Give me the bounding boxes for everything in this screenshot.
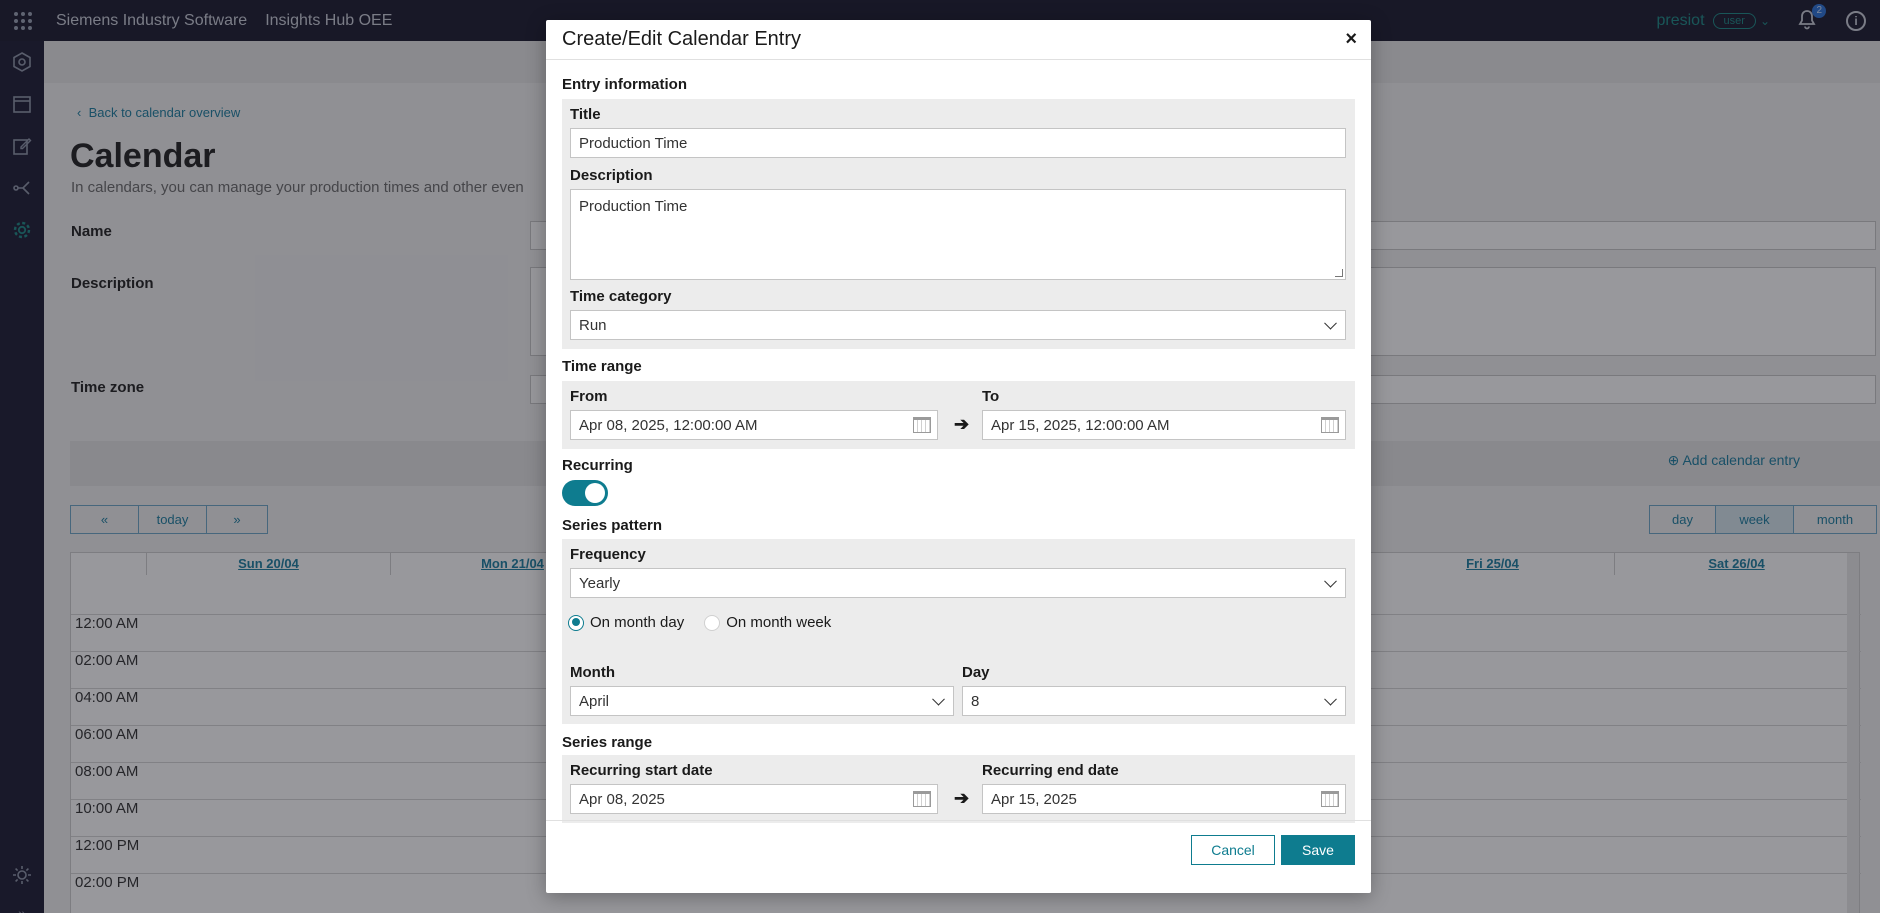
recurring-end-date-input[interactable]: Apr 15, 2025 xyxy=(982,784,1346,814)
month-select[interactable]: April xyxy=(570,686,954,716)
time-range-group: From Apr 08, 2025, 12:00:00 AM ➔ To Apr … xyxy=(562,381,1355,449)
from-datetime-input[interactable]: Apr 08, 2025, 12:00:00 AM xyxy=(570,410,938,440)
frequency-label: Frequency xyxy=(570,546,646,563)
chevron-down-icon xyxy=(1324,692,1337,706)
description-value: Production Time xyxy=(579,198,688,215)
frequency-value: Yearly xyxy=(579,574,621,592)
day-label: Day xyxy=(962,664,990,681)
time-category-label: Time category xyxy=(570,288,672,305)
resize-grip-icon[interactable] xyxy=(1335,269,1343,277)
calendar-entry-dialog: Create/Edit Calendar Entry × Entry infor… xyxy=(546,20,1371,893)
recurrence-type-radio-group: On month day On month week xyxy=(568,614,831,631)
recurring-start-date-input[interactable]: Apr 08, 2025 xyxy=(570,784,938,814)
month-value: April xyxy=(579,692,610,710)
entry-information-group: Title Production Time Description Produc… xyxy=(562,99,1355,349)
on-month-week-radio[interactable] xyxy=(704,614,721,631)
recurring-toggle[interactable] xyxy=(562,480,608,506)
series-range-group: Recurring start date Apr 08, 2025 ➔ Recu… xyxy=(562,755,1355,823)
month-label: Month xyxy=(570,664,615,681)
dialog-title: Create/Edit Calendar Entry xyxy=(562,28,802,50)
on-month-day-label[interactable]: On month day xyxy=(590,614,684,631)
description-label: Description xyxy=(570,167,653,184)
from-value: Apr 08, 2025, 12:00:00 AM xyxy=(579,416,758,434)
on-month-day-radio[interactable] xyxy=(568,614,584,631)
frequency-select[interactable]: Yearly xyxy=(570,568,1346,598)
time-category-value: Run xyxy=(579,316,607,334)
title-input[interactable]: Production Time xyxy=(570,128,1346,158)
on-month-week-label[interactable]: On month week xyxy=(726,614,831,631)
recurring-label: Recurring xyxy=(562,457,633,474)
day-value: 8 xyxy=(971,692,980,710)
recurring-end-date-label: Recurring end date xyxy=(982,762,1119,779)
chevron-down-icon xyxy=(1324,316,1337,330)
calendar-icon[interactable] xyxy=(913,791,931,807)
entry-information-heading: Entry information xyxy=(562,76,688,93)
time-range-heading: Time range xyxy=(562,358,642,375)
recurring-start-date-value: Apr 08, 2025 xyxy=(579,790,665,808)
close-icon[interactable]: × xyxy=(1345,28,1357,50)
recurring-start-date-label: Recurring start date xyxy=(570,762,713,779)
recurring-end-date-value: Apr 15, 2025 xyxy=(991,790,1077,808)
chevron-down-icon xyxy=(932,692,945,706)
calendar-icon[interactable] xyxy=(913,417,931,433)
arrow-right-icon: ➔ xyxy=(954,414,970,434)
calendar-icon[interactable] xyxy=(1321,791,1339,807)
to-value: Apr 15, 2025, 12:00:00 AM xyxy=(991,416,1170,434)
from-label: From xyxy=(570,388,608,405)
description-textarea[interactable]: Production Time xyxy=(570,189,1346,280)
chevron-down-icon xyxy=(1324,574,1337,588)
toggle-knob xyxy=(585,483,605,503)
dialog-header: Create/Edit Calendar Entry × xyxy=(546,20,1371,60)
time-category-select[interactable]: Run xyxy=(570,310,1346,340)
to-datetime-input[interactable]: Apr 15, 2025, 12:00:00 AM xyxy=(982,410,1346,440)
cancel-button[interactable]: Cancel xyxy=(1191,835,1275,865)
series-pattern-heading: Series pattern xyxy=(562,517,663,534)
title-label: Title xyxy=(570,106,601,123)
series-range-heading: Series range xyxy=(562,734,653,751)
arrow-right-icon: ➔ xyxy=(954,788,970,808)
series-pattern-group: Frequency Yearly Month April Day 8 xyxy=(562,539,1355,724)
day-select[interactable]: 8 xyxy=(962,686,1346,716)
to-label: To xyxy=(982,388,1000,405)
calendar-icon[interactable] xyxy=(1321,417,1339,433)
save-button[interactable]: Save xyxy=(1281,835,1355,865)
